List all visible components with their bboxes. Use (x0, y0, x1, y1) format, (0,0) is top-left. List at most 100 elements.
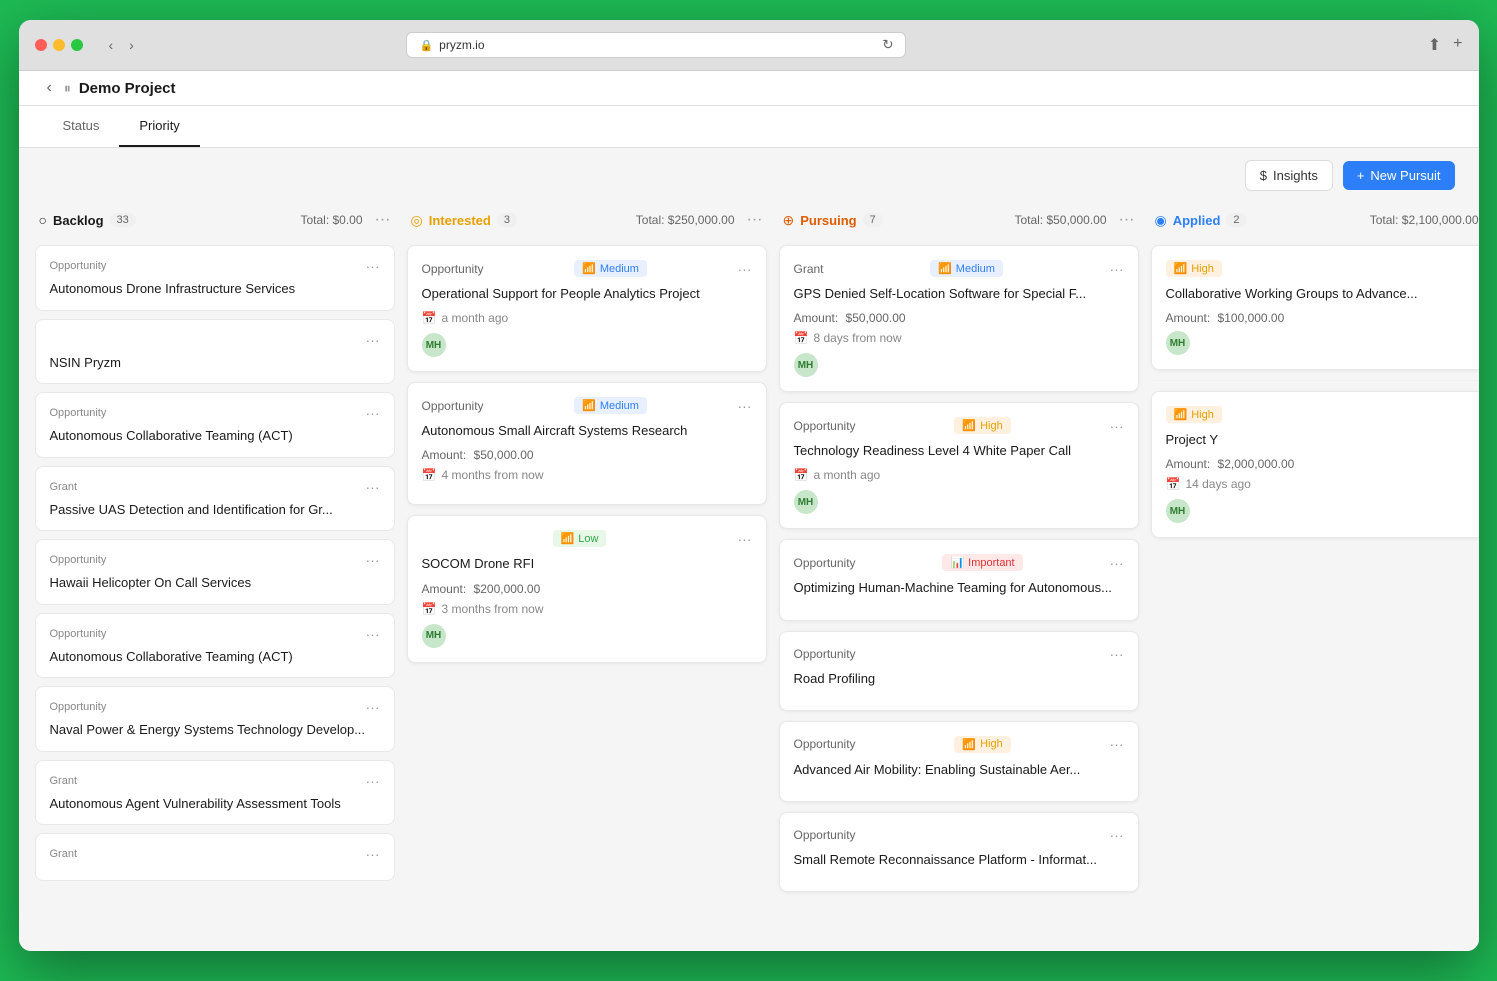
badge-label: Medium (600, 400, 639, 412)
card-amount: Amount: $50,000.00 (422, 448, 752, 462)
badge-icon: 📶 (962, 738, 976, 751)
card-menu[interactable]: ··· (737, 531, 751, 547)
card-header: Opportunity 📶 Medium ··· (422, 397, 752, 414)
list-item[interactable]: Opportunity ··· Autonomous Collaborative… (35, 613, 395, 679)
card-date: 📅 8 days from now (794, 331, 1124, 345)
list-item[interactable]: 📶 High ··· Collaborative Working Groups … (1151, 245, 1479, 370)
tab-priority[interactable]: Priority (119, 106, 199, 147)
card-type: Grant (50, 848, 78, 860)
column-header-pursuing: ⊕ Pursuing 7 Total: $50,000.00 ··· (779, 203, 1139, 237)
column-menu-backlog[interactable]: ··· (375, 211, 391, 229)
list-item[interactable]: Grant ··· Passive UAS Detection and Iden… (35, 466, 395, 532)
insights-button[interactable]: $ Insights (1245, 160, 1333, 191)
date-text: 14 days ago (1185, 477, 1250, 491)
card-title: Passive UAS Detection and Identification… (50, 501, 380, 519)
card-menu[interactable]: ··· (738, 398, 752, 414)
priority-badge: 📶 High (954, 736, 1010, 753)
card-amount: Amount: $200,000.00 (422, 582, 752, 596)
amount-value: $2,000,000.00 (1218, 457, 1295, 471)
maximize-button[interactable] (71, 39, 83, 51)
column-title-backlog: Backlog (53, 213, 104, 228)
forward-nav-button[interactable]: › (123, 35, 140, 55)
card-header: 📶 Low ··· (422, 530, 752, 547)
menu-icon: ⏸ (64, 80, 71, 97)
card-menu[interactable]: ··· (366, 626, 380, 642)
card-menu[interactable]: ··· (1110, 418, 1124, 434)
card-date: 📅 14 days ago (1166, 477, 1479, 491)
badge-icon: 📶 (1174, 262, 1188, 275)
back-button[interactable]: ‹ (43, 71, 56, 105)
card-menu[interactable]: ··· (366, 405, 380, 421)
list-item[interactable]: ··· NSIN Pryzm (35, 319, 395, 385)
amount-label: Amount: (1166, 311, 1211, 325)
column-total-applied: Total: $2,100,000.00 (1370, 213, 1479, 227)
list-item[interactable]: 📶 High ··· Project Y Amount: $2,000,000.… (1151, 391, 1479, 538)
card-menu[interactable]: ··· (1110, 827, 1124, 843)
close-button[interactable] (35, 39, 47, 51)
priority-badge: 📶 Medium (574, 260, 647, 277)
insights-label: Insights (1273, 168, 1318, 183)
list-item[interactable]: Opportunity ··· Road Profiling (779, 631, 1139, 711)
tab-status[interactable]: Status (43, 106, 120, 147)
pursuing-status-icon: ⊕ (783, 212, 795, 229)
card-header: Opportunity 📶 High ··· (794, 736, 1124, 753)
list-item[interactable]: Opportunity ··· Autonomous Collaborative… (35, 392, 395, 458)
reload-button[interactable]: ↻ (882, 37, 893, 53)
list-item[interactable]: Opportunity ··· Naval Power & Energy Sys… (35, 686, 395, 752)
column-title-interested: Interested (429, 213, 491, 228)
card-menu[interactable]: ··· (366, 479, 380, 495)
plus-icon: + (1357, 168, 1365, 183)
column-count-interested: 3 (497, 213, 517, 227)
badge-label: High (1191, 409, 1214, 421)
priority-badge: 📶 High (1166, 260, 1222, 277)
card-menu[interactable]: ··· (366, 846, 380, 862)
list-item[interactable]: Opportunity ··· Small Remote Reconnaissa… (779, 812, 1139, 892)
card-menu[interactable]: ··· (366, 773, 380, 789)
badge-icon: 📊 (950, 556, 964, 569)
card-menu[interactable]: ··· (738, 261, 752, 277)
card-header: Opportunity ··· (50, 626, 380, 642)
amount-label: Amount: (422, 582, 467, 596)
share-icon[interactable]: ⬆ (1428, 35, 1441, 55)
list-item[interactable]: Grant ··· (35, 833, 395, 881)
page-title: Demo Project (79, 80, 176, 97)
card-menu[interactable]: ··· (1110, 646, 1124, 662)
column-menu-pursuing[interactable]: ··· (1119, 211, 1135, 229)
calendar-icon: 📅 (794, 331, 809, 345)
list-item[interactable]: Grant 📶 Medium ··· GPS Denied Self-Locat… (779, 245, 1139, 392)
card-menu[interactable]: ··· (366, 258, 380, 274)
new-pursuit-button[interactable]: + New Pursuit (1343, 161, 1455, 190)
amount-label: Amount: (422, 448, 467, 462)
card-menu[interactable]: ··· (1110, 555, 1124, 571)
card-menu[interactable]: ··· (1110, 736, 1124, 752)
badge-label: Important (968, 557, 1014, 569)
card-menu[interactable]: ··· (366, 699, 380, 715)
list-item[interactable]: Opportunity 📊 Important ··· Optimizing H… (779, 539, 1139, 620)
list-item[interactable]: Opportunity 📶 High ··· Technology Readin… (779, 402, 1139, 529)
minimize-button[interactable] (53, 39, 65, 51)
column-menu-interested[interactable]: ··· (747, 211, 763, 229)
card-menu[interactable]: ··· (366, 332, 380, 348)
list-item[interactable]: Grant ··· Autonomous Agent Vulnerability… (35, 760, 395, 826)
list-item[interactable]: 📶 Low ··· SOCOM Drone RFI Amount: $200,0… (407, 515, 767, 662)
card-menu[interactable]: ··· (1110, 261, 1124, 277)
address-bar[interactable]: 🔒 pryzm.io ↻ (406, 32, 906, 58)
list-item[interactable]: Opportunity ··· Autonomous Drone Infrast… (35, 245, 395, 311)
list-item[interactable]: Opportunity 📶 Medium ··· Operational Sup… (407, 245, 767, 372)
card-type: Opportunity (794, 647, 856, 661)
new-tab-icon[interactable]: + (1453, 35, 1462, 55)
card-title: Road Profiling (794, 670, 1124, 688)
card-menu[interactable]: ··· (366, 552, 380, 568)
column-header-interested: ◎ Interested 3 Total: $250,000.00 ··· (407, 203, 767, 237)
amount-value: $50,000.00 (474, 448, 534, 462)
amount-value: $50,000.00 (846, 311, 906, 325)
list-item[interactable]: Opportunity ··· Hawaii Helicopter On Cal… (35, 539, 395, 605)
card-header: Opportunity ··· (50, 405, 380, 421)
list-item[interactable]: Opportunity 📶 Medium ··· Autonomous Smal… (407, 382, 767, 505)
column-count-pursuing: 7 (863, 213, 883, 227)
card-header: 📶 High ··· (1166, 260, 1479, 277)
card-type: Opportunity (794, 737, 856, 751)
list-item[interactable]: Opportunity 📶 High ··· Advanced Air Mobi… (779, 721, 1139, 802)
back-nav-button[interactable]: ‹ (103, 35, 120, 55)
badge-label: Medium (600, 263, 639, 275)
